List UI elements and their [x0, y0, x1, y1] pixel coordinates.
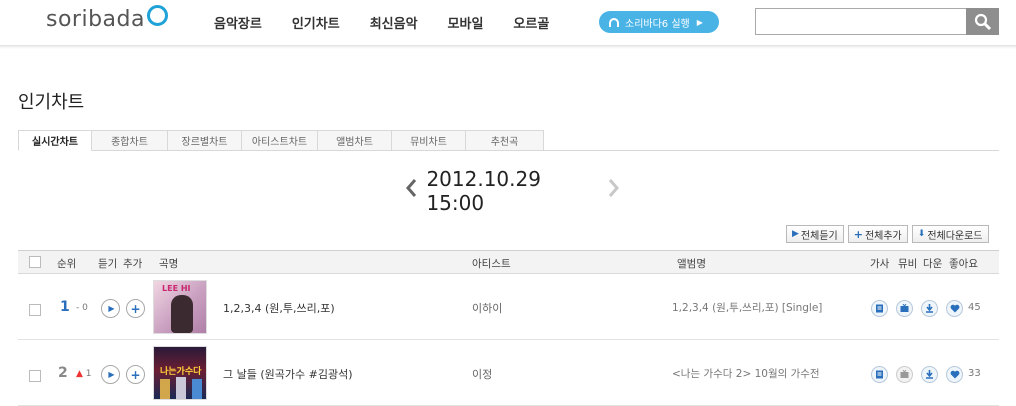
header-artist: 아티스트 — [472, 258, 511, 270]
heart-icon[interactable] — [946, 300, 963, 317]
main-nav: 음악장르 인기차트 최신음악 모바일 오르골 — [214, 13, 579, 32]
play-all-button[interactable]: ▶ 전체듣기 — [786, 225, 844, 243]
tab-album-chart[interactable]: 앨범차트 — [318, 130, 392, 151]
mv-icon[interactable] — [896, 366, 913, 383]
lyrics-icon[interactable] — [871, 366, 888, 383]
like-count: 45 — [968, 302, 981, 313]
bulk-actions: ▶ 전체듣기 + 전체추가 ⬇ 전체다운로드 — [786, 225, 993, 243]
top-header: soribada 음악장르 인기차트 최신음악 모바일 오르골 소리바다6 실행… — [0, 0, 1016, 46]
add-all-button[interactable]: + 전체추가 — [847, 225, 908, 243]
header-mv: 뮤비 — [898, 258, 918, 270]
album-name[interactable]: <나는 가수다 2> 10월의 가수전 — [672, 366, 820, 381]
listen-button[interactable]: ▶ — [101, 365, 120, 384]
chart-datetime: 2012.10.29 15:00 — [426, 167, 541, 215]
search-icon — [974, 13, 991, 30]
album-cover[interactable]: 나는가수다 — [153, 346, 207, 400]
header-add: 추가 — [123, 258, 143, 270]
album-cover-text: 나는가수다 — [160, 367, 202, 377]
tab-recommended[interactable]: 추천곡 — [466, 130, 544, 151]
album-figure — [171, 295, 193, 333]
like-count: 33 — [968, 368, 981, 379]
song-title[interactable]: 1,2,3,4 (원,투,쓰리,포) — [223, 300, 335, 316]
nav-latest-music[interactable]: 최신음악 — [370, 13, 418, 32]
tab-realtime-chart[interactable]: 실시간차트 — [18, 130, 92, 151]
plus-icon: + — [130, 367, 141, 382]
header-shadow — [0, 46, 1016, 49]
chevron-right-icon: ▶ — [696, 17, 703, 27]
tab-genre-chart[interactable]: 장르별차트 — [168, 130, 242, 151]
nav-genre[interactable]: 음악장르 — [214, 13, 262, 32]
row-checkbox[interactable] — [29, 370, 41, 382]
play-icon: ▶ — [108, 370, 115, 379]
change-symbol: ▲ — [76, 369, 83, 379]
header-download: 다운 — [923, 258, 943, 270]
headphones-icon — [609, 17, 619, 27]
header-rank: 순위 — [57, 258, 77, 270]
artist-name[interactable]: 이정 — [472, 366, 492, 382]
album-figure — [160, 379, 170, 399]
header-title: 곡명 — [159, 258, 179, 270]
download-icon[interactable] — [921, 300, 938, 317]
page-title: 인기차트 — [18, 92, 85, 113]
listen-button[interactable]: ▶ — [101, 299, 120, 318]
tab-overall-chart[interactable]: 종합차트 — [92, 130, 168, 151]
nav-music-box[interactable]: 오르골 — [513, 13, 549, 32]
download-all-button[interactable]: ⬇ 전체다운로드 — [911, 225, 989, 243]
rank-number: 2 — [58, 365, 68, 381]
next-date-arrow-icon[interactable] — [608, 178, 625, 204]
chart-tabs: 실시간차트 종합차트 장르별차트 아티스트차트 앨범차트 뮤비차트 추천곡 — [18, 130, 544, 151]
change-symbol: - — [76, 303, 80, 313]
table-row: 1 - 0 ▶ + LEE HI 1,2,3,4 (원,투,쓰리,포) 이하이 … — [18, 274, 999, 340]
album-figure — [192, 379, 202, 399]
album-cover[interactable]: LEE HI — [153, 280, 207, 334]
logo-text: soribada — [46, 7, 145, 32]
header-listen: 듣기 — [98, 258, 118, 270]
header-album: 앨범명 — [677, 258, 706, 270]
download-all-label: 전체다운로드 — [927, 230, 983, 242]
logo-ring-icon — [146, 5, 168, 26]
add-button[interactable]: + — [126, 365, 145, 384]
run-button-label: 소리바다6 실행 — [625, 18, 690, 30]
album-cover-text: LEE HI — [162, 284, 191, 293]
select-all-checkbox[interactable] — [29, 256, 41, 268]
header-lyrics: 가사 — [870, 258, 890, 270]
rank-change: ▲ 1 — [76, 369, 92, 379]
add-button[interactable]: + — [126, 299, 145, 318]
heart-icon[interactable] — [946, 366, 963, 383]
chart-table-header: 순위 듣기 추가 곡명 아티스트 앨범명 가사 뮤비 다운 좋아요 — [18, 250, 999, 274]
plus-icon: + — [130, 301, 141, 316]
mv-icon[interactable] — [896, 300, 913, 317]
artist-name[interactable]: 이하이 — [472, 300, 502, 316]
add-all-label: 전체추가 — [864, 230, 902, 242]
plus-icon: + — [853, 227, 863, 241]
rank-change: - 0 — [76, 303, 88, 313]
table-row: 2 ▲ 1 ▶ + 나는가수다 그 날들 (원곡가수 #김광석) 이정 <나는 … — [18, 340, 999, 406]
run-soribada-button[interactable]: 소리바다6 실행 ▶ — [599, 11, 719, 33]
song-title[interactable]: 그 날들 (원곡가수 #김광석) — [223, 366, 353, 382]
lyrics-icon[interactable] — [871, 300, 888, 317]
play-icon: ▶ — [792, 229, 799, 239]
play-all-label: 전체듣기 — [800, 230, 838, 242]
download-icon: ⬇ — [917, 229, 926, 239]
tab-mv-chart[interactable]: 뮤비차트 — [392, 130, 466, 151]
nav-popular-chart[interactable]: 인기차트 — [292, 13, 340, 32]
album-name[interactable]: 1,2,3,4 (원,투,쓰리,포) [Single] — [672, 300, 822, 315]
search-input[interactable] — [755, 8, 967, 35]
tab-artist-chart[interactable]: 아티스트차트 — [242, 130, 318, 151]
nav-mobile[interactable]: 모바일 — [448, 13, 484, 32]
row-checkbox[interactable] — [29, 304, 41, 316]
change-value: 1 — [85, 369, 92, 379]
album-figure — [176, 377, 186, 399]
tab-divider — [544, 150, 999, 151]
play-icon: ▶ — [108, 304, 115, 313]
header-like: 좋아요 — [949, 258, 978, 270]
date-navigator: 2012.10.29 15:00 — [405, 167, 625, 215]
soribada-logo[interactable]: soribada — [46, 5, 168, 32]
download-icon[interactable] — [921, 366, 938, 383]
rank-number: 1 — [60, 299, 70, 315]
search-button[interactable] — [966, 8, 999, 35]
prev-date-arrow-icon[interactable] — [405, 178, 422, 204]
change-value: 0 — [82, 303, 88, 313]
